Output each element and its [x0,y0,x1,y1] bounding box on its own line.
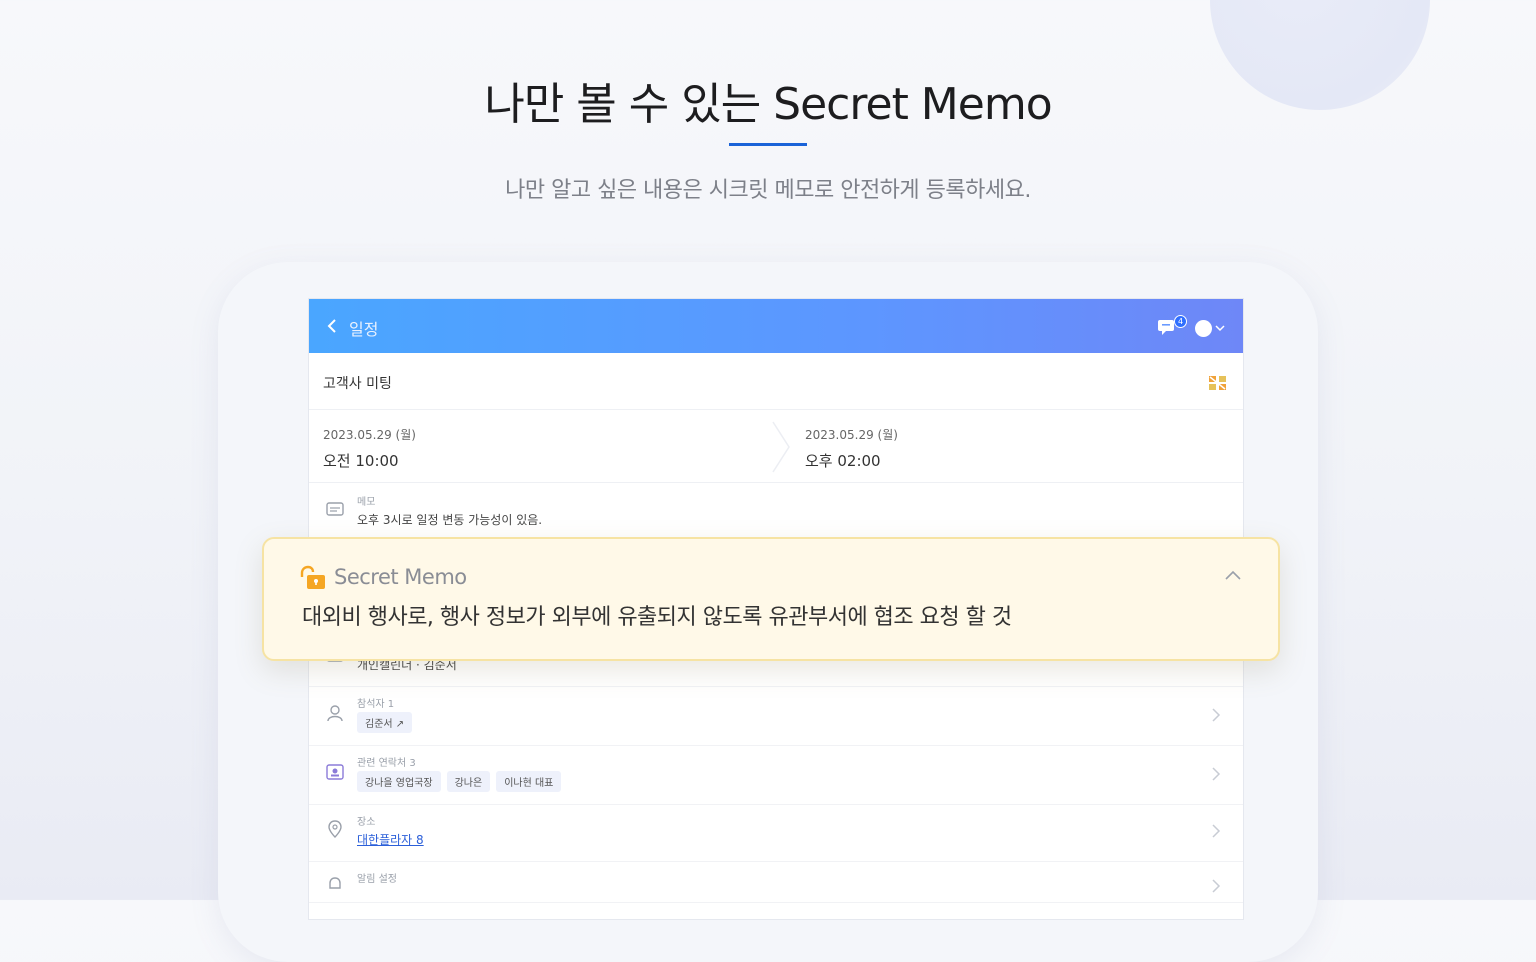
alert-label: 알림 설정 [357,874,397,885]
event-dates-row: 2023.05.29 (월) 오전 10:00 2023.05.29 (월) 오… [309,410,1243,483]
attendee-chip[interactable]: 김준서 ↗ [357,712,413,733]
chevron-up-icon[interactable] [1224,569,1242,581]
unlock-icon [300,565,325,589]
place-row[interactable]: 장소 대한플라자 8 [309,805,1243,862]
hero-underline [729,143,807,146]
event-title-row: 고객사 미팅 [309,353,1243,410]
app-header: 일정 4 [309,299,1243,353]
hero-title: 나만 볼 수 있는 Secret Memo [484,79,1052,130]
memo-value: 오후 3시로 일정 변동 가능성이 있음. [357,513,543,527]
chevron-right-icon[interactable] [1211,878,1221,894]
chevron-right-icon[interactable] [1211,707,1221,723]
start-date: 2023.05.29 (월) [323,428,416,442]
avatar[interactable] [1195,320,1212,337]
start-datetime: 2023.05.29 (월) 오전 10:00 [323,426,416,471]
contact-chip[interactable]: 강나은 [446,771,491,792]
end-datetime: 2023.05.29 (월) 오후 02:00 [805,426,898,471]
notification-badge: 4 [1174,315,1187,328]
location-pin-icon [328,820,342,838]
header-title[interactable]: 일정 [349,316,378,340]
end-date: 2023.05.29 (월) [805,428,898,442]
alert-row[interactable]: 알림 설정 [309,862,1243,903]
end-time: 오후 02:00 [805,452,881,470]
back-icon[interactable] [323,317,341,335]
secret-memo-title: Secret Memo [334,565,467,589]
hero-subtitle: 나만 알고 싶은 내용은 시크릿 메모로 안전하게 등록하세요. [505,178,1031,203]
contact-chip[interactable]: 이나현 대표 [496,771,562,792]
chevron-down-icon[interactable] [1215,325,1225,332]
calendar-color-icon[interactable] [1207,373,1229,393]
attendees-row[interactable]: 참석자 1 김준서 ↗ [309,687,1243,746]
memo-label: 메모 [357,497,376,508]
attendees-label: 참석자 1 [357,699,395,710]
start-time: 오전 10:00 [323,452,399,470]
chevron-right-icon[interactable] [1211,766,1221,782]
contact-card-icon [326,764,344,780]
date-arrow-divider [772,421,790,473]
attendees-chips: 김준서 ↗ [357,712,418,733]
related-contacts-row[interactable]: 관련 연락처 3 강나을 영업국장 강나은 이나현 대표 [309,746,1243,805]
person-icon [327,705,343,722]
secret-memo-card[interactable]: Secret Memo 대외비 행사로, 행사 정보가 외부에 유출되지 않도록… [262,537,1280,661]
memo-icon [326,502,344,516]
chevron-right-icon[interactable] [1211,823,1221,839]
related-chips: 강나을 영업국장 강나은 이나현 대표 [357,771,567,792]
place-label: 장소 [357,817,376,828]
secret-memo-text: 대외비 행사로, 행사 정보가 외부에 유출되지 않도록 유관부서에 협조 요청… [302,605,1012,630]
event-title: 고객사 미팅 [323,376,392,392]
related-label: 관련 연락처 3 [357,758,416,769]
contact-chip[interactable]: 강나을 영업국장 [357,771,441,792]
place-link[interactable]: 대한플라자 8 [357,831,424,848]
memo-row[interactable]: 메모 오후 3시로 일정 변동 가능성이 있음. [309,483,1243,540]
bell-icon [329,877,341,889]
